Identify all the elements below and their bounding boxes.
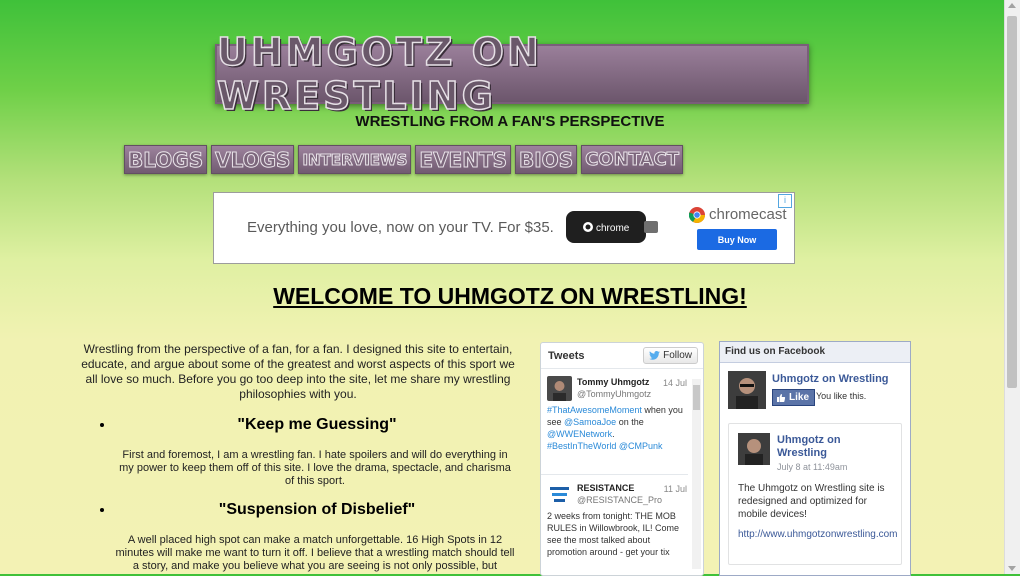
bullet-icon <box>100 508 104 512</box>
scroll-up-arrow-icon[interactable] <box>1008 3 1016 8</box>
twitter-scrollbar-thumb[interactable] <box>693 385 700 410</box>
tweet-avatar <box>547 376 572 401</box>
site-logo-text: UHMGOTZ ON WRESTLING <box>216 29 542 119</box>
tweet-handle[interactable]: @RESISTANCE_Pro <box>577 494 662 506</box>
tweet-text: on the <box>616 417 644 427</box>
philosophy-heading: "Keep me Guessing" <box>237 416 397 433</box>
chromecast-device-label: chrome <box>596 223 630 234</box>
philosophy-item: "Keep me Guessing" <box>100 416 522 434</box>
scrollbar-thumb[interactable] <box>1007 16 1017 388</box>
adchoices-icon[interactable]: i <box>778 194 792 208</box>
twitter-title: Tweets <box>548 350 585 362</box>
facebook-post-date[interactable]: July 8 at 11:49am <box>777 462 847 472</box>
facebook-post-text: The Uhmgotz on Wrestling site is redesig… <box>738 483 885 520</box>
facebook-header: Find us on Facebook <box>720 342 910 363</box>
philosophy-heading: "Suspension of Disbelief" <box>218 501 416 518</box>
twitter-follow-button[interactable]: Follow <box>643 347 698 364</box>
tweet-mention[interactable]: @WWENetwork <box>547 429 612 439</box>
ad-brand: chromecast <box>689 206 787 223</box>
tweet-hashtag[interactable]: #ThatAwesomeMoment <box>547 405 642 415</box>
facebook-post-author[interactable]: Uhmgotz on Wrestling <box>777 434 877 460</box>
chrome-logo-icon <box>689 206 705 223</box>
nav-events[interactable]: EVENTS <box>415 145 511 174</box>
twitter-scrollbar[interactable] <box>692 379 701 569</box>
tweet-body: #ThatAwesomeMoment when you see @SamoaJo… <box>547 404 687 452</box>
nav-contact[interactable]: CONTACT <box>581 145 683 174</box>
nav-interviews[interactable]: INTERVIEWS <box>298 145 412 174</box>
tweet-text: . <box>612 429 615 439</box>
nav-bios[interactable]: BIOS <box>515 145 578 174</box>
philosophy-text: A well placed high spot can make a match… <box>115 534 515 572</box>
twitter-header: Tweets Follow <box>541 343 703 369</box>
tweet[interactable]: Tommy Uhmgotz @TommyUhmgotz 14 Jul #That… <box>547 376 687 466</box>
facebook-like-button[interactable]: Like <box>772 389 816 406</box>
facebook-page-name[interactable]: Uhmgotz on Wrestling <box>772 373 889 385</box>
facebook-post[interactable]: Uhmgotz on Wrestling July 8 at 11:49am T… <box>728 423 902 565</box>
thumbs-up-icon <box>777 393 786 402</box>
tweet[interactable]: RESISTANCE @RESISTANCE_Pro 11 Jul 2 week… <box>547 482 687 575</box>
nav-vlogs[interactable]: VLOGS <box>211 145 295 174</box>
tweet-author[interactable]: RESISTANCE <box>577 482 634 494</box>
intro-paragraph: Wrestling from the perspective of a fan,… <box>81 342 515 401</box>
facebook-page-avatar[interactable] <box>728 371 766 409</box>
ad-banner[interactable]: Everything you love, now on your TV. For… <box>213 192 795 264</box>
facebook-widget[interactable]: Find us on Facebook Uhmgotz on Wrestling… <box>719 341 911 576</box>
chromecast-device-icon: chrome <box>566 211 658 243</box>
tweet-date[interactable]: 11 Jul <box>664 483 687 495</box>
tweet-avatar <box>547 482 572 507</box>
twitter-widget[interactable]: Tweets Follow Tommy Uhmgotz @TommyUhmgot… <box>540 342 704 576</box>
philosophy-text: First and foremost, I am a wrestling fan… <box>119 449 511 487</box>
buy-now-button[interactable]: Buy Now <box>697 229 777 250</box>
page-title: WELCOME TO UHMGOTZ ON WRESTLING! <box>273 283 747 309</box>
main-nav: BLOGS VLOGS INTERVIEWS EVENTS BIOS CONTA… <box>124 145 683 174</box>
facebook-like-label: Like <box>789 392 810 403</box>
tweet-mention[interactable]: @SamoaJoe <box>564 417 616 427</box>
tweet-handle[interactable]: @TommyUhmgotz <box>577 388 651 400</box>
tweet-divider <box>541 474 688 475</box>
philosophy-item: "Suspension of Disbelief" <box>100 501 522 519</box>
facebook-post-avatar[interactable] <box>738 433 770 465</box>
twitter-follow-label: Follow <box>663 350 692 361</box>
tweet-date[interactable]: 14 Jul <box>663 377 687 389</box>
facebook-post-link[interactable]: http://www.uhmgotzonwrestling.com <box>738 528 898 541</box>
nav-blogs[interactable]: BLOGS <box>124 145 208 174</box>
tweet-author[interactable]: Tommy Uhmgotz <box>577 376 649 388</box>
site-tagline: WRESTLING FROM A FAN'S PERSPECTIVE <box>355 113 665 130</box>
facebook-like-status: You like this. <box>816 391 867 401</box>
twitter-bird-icon <box>649 351 660 360</box>
site-logo[interactable]: UHMGOTZ ON WRESTLING <box>215 29 809 119</box>
ad-text: Everything you love, now on your TV. For… <box>247 219 554 236</box>
scroll-down-arrow-icon[interactable] <box>1008 566 1016 571</box>
tweet-body: 2 weeks from tonight: THE MOB RULES in W… <box>547 511 680 557</box>
ad-brand-name: chromecast <box>709 206 787 223</box>
bullet-icon <box>100 423 104 427</box>
tweet-hashtags[interactable]: #BestInTheWorld @CMPunk <box>547 441 663 451</box>
